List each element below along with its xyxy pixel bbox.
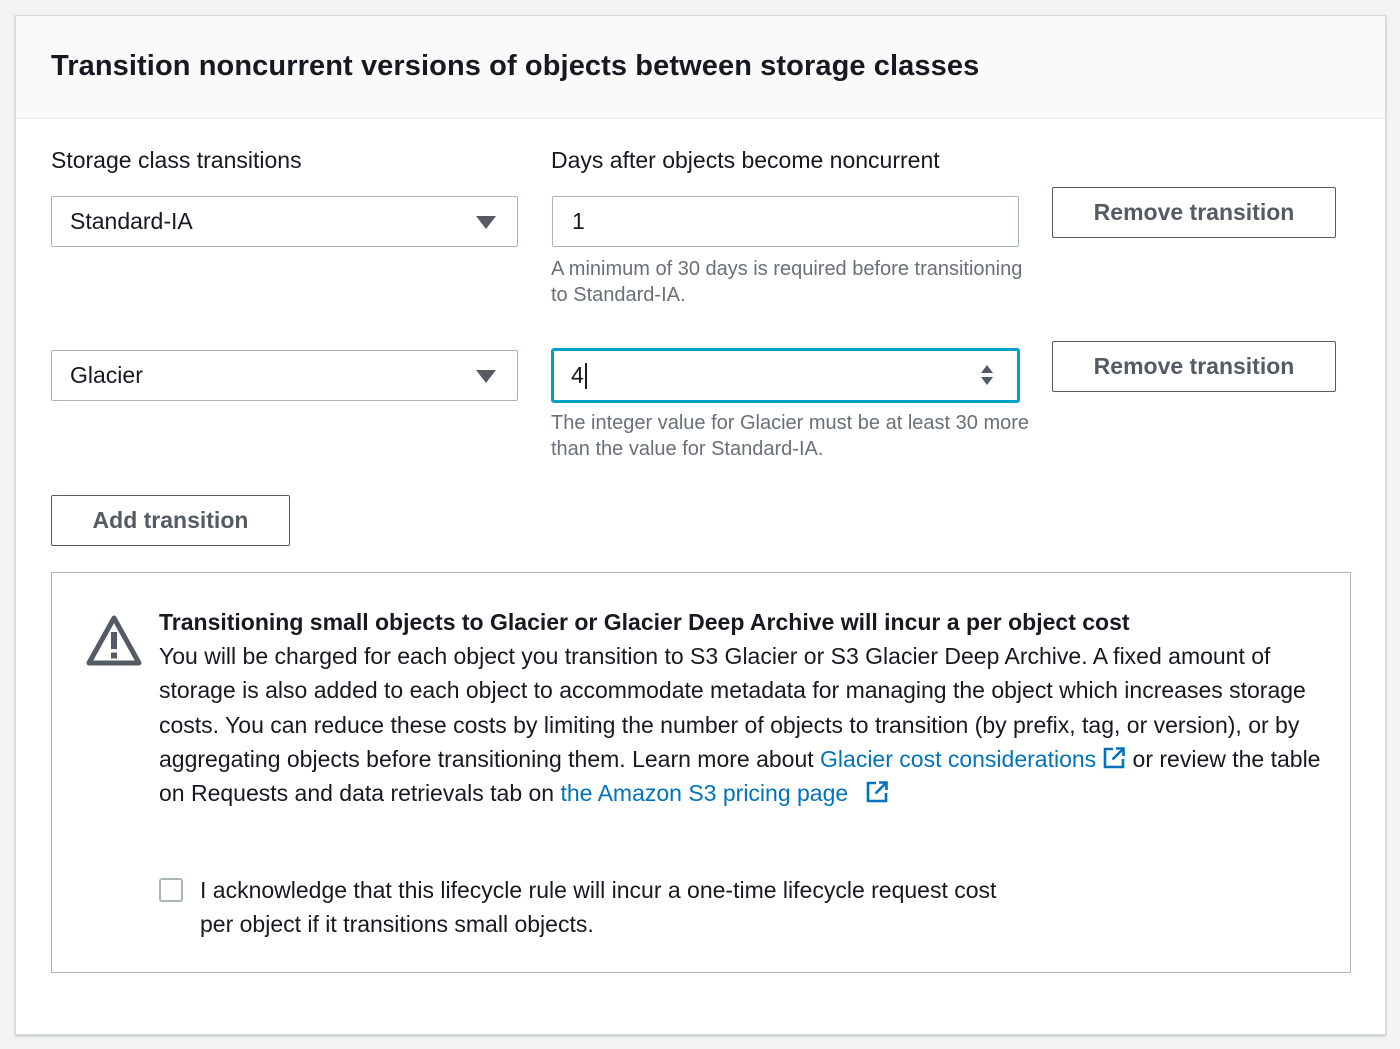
days-hint-1: A minimum of 30 days is required before … (551, 258, 1023, 306)
caret-down-icon (476, 216, 496, 229)
add-transition-button[interactable]: Add transition (51, 495, 290, 546)
panel-header: Transition noncurrent versions of object… (16, 16, 1385, 119)
cost-warning-alert: Transitioning small objects to Glacier o… (51, 572, 1351, 973)
days-input-1[interactable]: 1 (552, 196, 1019, 247)
remove-transition-button-2[interactable]: Remove transition (1052, 341, 1336, 392)
days-value-2: 4 (571, 362, 584, 388)
external-link-icon (866, 781, 888, 803)
storage-class-select-2[interactable]: Glacier (51, 350, 518, 401)
alert-text: You will be charged for each object you … (159, 639, 1329, 810)
alert-body: Transitioning small objects to Glacier o… (159, 605, 1329, 810)
page-title: Transition noncurrent versions of object… (51, 50, 980, 82)
storage-class-value-1: Standard-IA (70, 208, 193, 234)
storage-class-value-2: Glacier (70, 362, 143, 388)
transition-panel: Transition noncurrent versions of object… (15, 15, 1386, 1035)
glacier-cost-link-label: Glacier cost considerations (820, 745, 1097, 772)
number-spinner-icon[interactable] (979, 363, 995, 387)
glacier-cost-considerations-link[interactable]: Glacier cost considerations (820, 746, 1126, 772)
caret-down-icon (476, 370, 496, 383)
s3-pricing-link-label: the Amazon S3 pricing page (560, 780, 849, 807)
text-cursor (584, 362, 587, 389)
s3-pricing-page-link[interactable]: the Amazon S3 pricing page (560, 780, 888, 806)
external-link-icon (1103, 747, 1125, 769)
days-hint-2: The integer value for Glacier must be at… (551, 412, 1030, 460)
days-input-2[interactable]: 4 (552, 349, 1019, 402)
acknowledge-label: I acknowledge that this lifecycle rule w… (200, 877, 997, 938)
alert-title: Transitioning small objects to Glacier o… (159, 609, 1130, 635)
days-value-1: 1 (572, 208, 585, 234)
storage-class-label: Storage class transitions (51, 147, 302, 173)
days-label: Days after objects become noncurrent (551, 147, 940, 173)
remove-transition-button-1[interactable]: Remove transition (1052, 187, 1336, 238)
storage-class-select-1[interactable]: Standard-IA (51, 196, 518, 247)
acknowledge-checkbox[interactable] (159, 878, 183, 902)
warning-icon (86, 615, 142, 666)
